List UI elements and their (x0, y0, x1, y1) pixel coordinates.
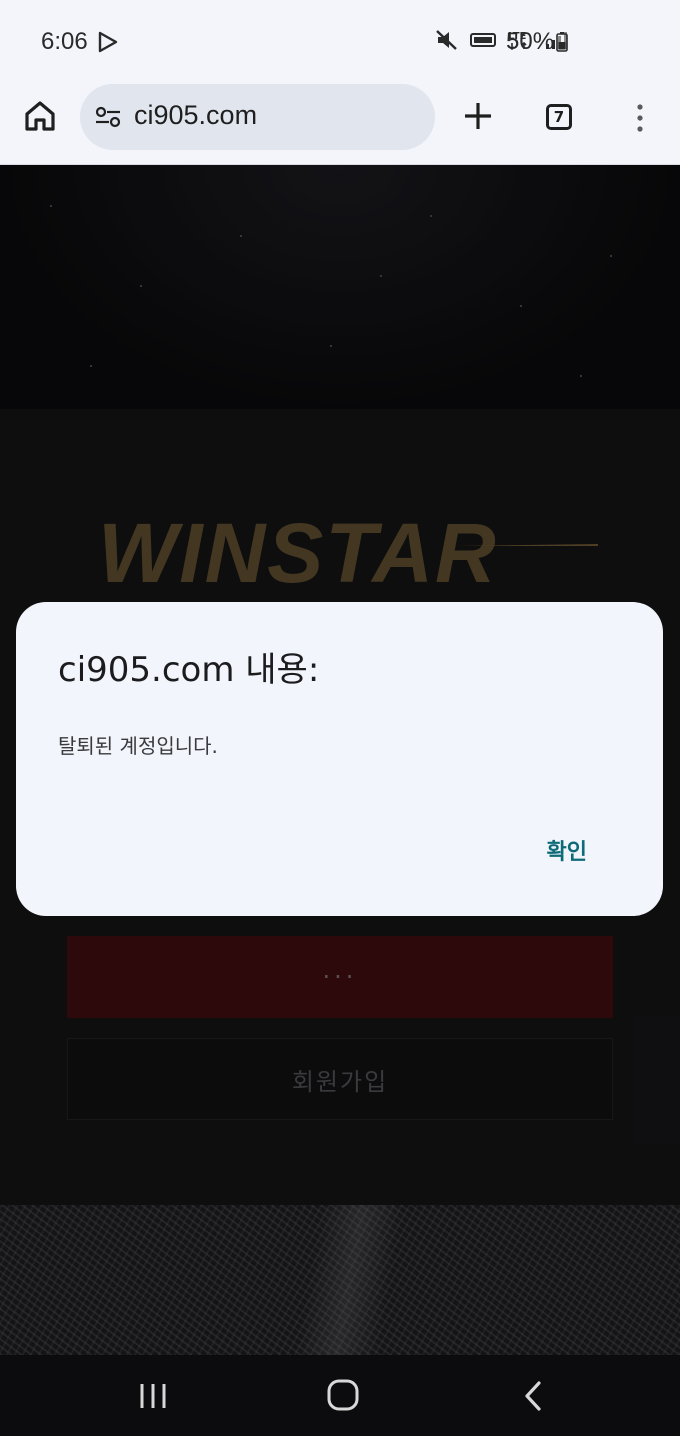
play-store-icon (98, 31, 118, 53)
battery-percent: 50% (506, 28, 555, 55)
tab-switcher-button[interactable]: 7 (546, 104, 572, 130)
dialog-message: 탈퇴된 계정입니다. (58, 734, 218, 758)
alert-dialog: ci905.com 내용: 탈퇴된 계정입니다. 확인 (16, 602, 663, 916)
recent-apps-icon[interactable] (138, 1382, 168, 1410)
status-time: 6:06 (41, 28, 88, 55)
site-settings-icon[interactable] (94, 104, 122, 130)
home-icon[interactable] (22, 98, 58, 134)
back-icon[interactable] (522, 1380, 544, 1412)
home-button-icon[interactable] (326, 1378, 360, 1412)
dialog-title: ci905.com 내용: (58, 650, 320, 690)
battery-icon (556, 32, 568, 52)
menu-dots-icon[interactable] (632, 102, 648, 134)
status-bar: 6:06 LTE 50% (0, 0, 680, 84)
volte-icon (470, 33, 496, 47)
browser-toolbar: ci905.com 7 (0, 84, 680, 165)
ok-button[interactable]: 확인 (547, 834, 587, 866)
system-nav-bar (0, 1356, 680, 1436)
plus-icon[interactable] (462, 100, 494, 132)
address-bar[interactable]: ci905.com (80, 84, 435, 150)
url-text[interactable]: ci905.com (134, 100, 257, 131)
mute-icon (436, 30, 457, 50)
